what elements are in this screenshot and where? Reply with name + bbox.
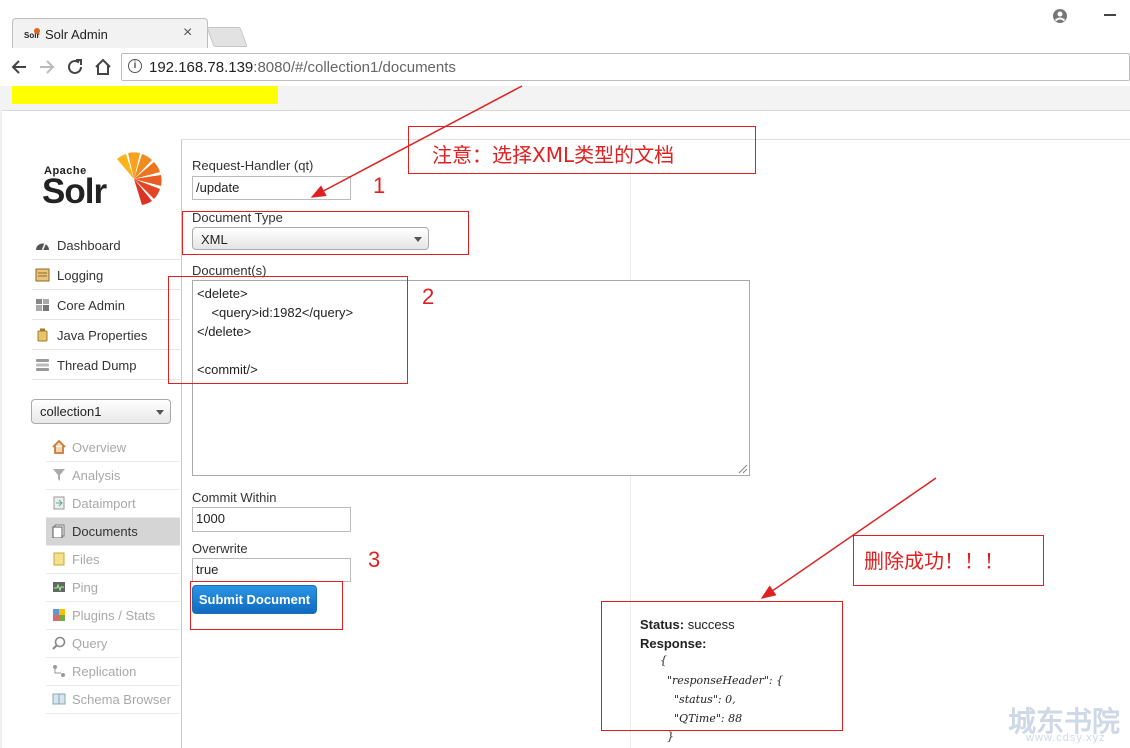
sidebar-item-label: Dashboard — [57, 238, 121, 253]
dashboard-icon — [36, 243, 49, 251]
home-button-icon[interactable] — [92, 56, 114, 78]
schema-icon — [52, 693, 66, 705]
core-menu-schema-browser[interactable]: Schema Browser — [46, 686, 180, 714]
core-menu-label: Query — [72, 636, 108, 651]
core-menu-label: Overview — [72, 440, 127, 455]
core-menu-overview[interactable]: Overview — [46, 434, 180, 462]
documents-icon — [52, 524, 65, 538]
documents-annotation-box — [168, 276, 408, 384]
ping-icon — [53, 582, 65, 592]
java-properties-icon — [37, 328, 48, 342]
chevron-down-icon — [156, 410, 164, 415]
browser-tab[interactable]: Solr Solr Admin × — [12, 18, 208, 48]
core-menu-label: Schema Browser — [72, 692, 171, 707]
reload-icon[interactable] — [64, 56, 86, 78]
url-host: 192.168.78.139 — [149, 59, 254, 76]
response-line: } — [660, 730, 674, 743]
query-icon — [52, 636, 66, 650]
core-menu-documents[interactable]: Documents — [46, 518, 180, 546]
logo-solr-text: Solr — [42, 172, 107, 211]
minimize-button[interactable] — [1104, 14, 1116, 16]
tab-close-icon[interactable]: × — [183, 24, 192, 42]
core-selector-value: collection1 — [40, 404, 102, 419]
step-number-3: 3 — [368, 547, 381, 572]
address-bar[interactable]: i 192.168.78.139:8080/#/collection1/docu… — [121, 53, 1130, 81]
request-handler-label: Request-Handler (qt) — [192, 158, 314, 173]
import-icon — [53, 496, 65, 510]
core-menu-query[interactable]: Query — [46, 630, 180, 658]
sidebar-item-logging[interactable]: Logging — [32, 261, 180, 290]
url-text: 192.168.78.139:8080/#/collection1/docume… — [149, 59, 456, 76]
home-icon — [52, 440, 66, 454]
bookmarks-bar — [0, 86, 1130, 111]
sidebar-item-label: Logging — [57, 268, 104, 283]
core-menu-files[interactable]: Files — [46, 546, 180, 574]
sidebar-item-core-admin[interactable]: Core Admin — [32, 291, 180, 320]
sidebar-item-thread-dump[interactable]: Thread Dump — [32, 351, 180, 380]
core-admin-icon — [36, 299, 49, 311]
thread-dump-icon — [36, 359, 49, 371]
overwrite-label: Overwrite — [192, 541, 248, 556]
core-menu-ping[interactable]: Ping — [46, 574, 180, 602]
plugins-icon — [53, 609, 65, 621]
window-edge — [0, 110, 2, 748]
files-icon — [53, 552, 65, 566]
core-menu-replication[interactable]: Replication — [46, 658, 180, 686]
resize-grip-icon[interactable] — [738, 464, 748, 474]
core-menu-label: Ping — [72, 580, 99, 595]
tab-title: Solr Admin — [45, 27, 108, 42]
core-menu-label: Replication — [72, 664, 137, 679]
filter-icon — [53, 469, 65, 481]
core-menu-analysis[interactable]: Analysis — [46, 462, 180, 490]
core-menu-plugins-stats[interactable]: Plugins / Stats — [46, 602, 180, 630]
sidebar-item-label: Core Admin — [57, 298, 125, 313]
logging-icon — [35, 268, 50, 282]
commit-within-input[interactable]: 1000 — [192, 507, 351, 532]
step-number-2: 2 — [422, 284, 435, 309]
core-menu-label: Documents — [72, 524, 138, 539]
info-icon[interactable]: i — [128, 59, 142, 73]
solr-favicon-icon: Solr — [24, 28, 40, 40]
core-menu-label: Dataimport — [72, 496, 136, 511]
new-tab-button[interactable] — [206, 27, 248, 47]
sidebar-item-java-properties[interactable]: Java Properties — [32, 321, 180, 350]
back-icon[interactable] — [8, 56, 30, 78]
overwrite-input[interactable]: true — [192, 558, 351, 582]
response-annotation-box — [601, 601, 843, 731]
success-annotation-text: 删除成功！！！ — [864, 549, 1004, 573]
commit-within-label: Commit Within — [192, 490, 277, 505]
success-annotation-box: 删除成功！！！ — [853, 535, 1044, 586]
note-annotation-text: 注意：选择XML类型的文档 — [432, 143, 675, 167]
sidebar-item-label: Java Properties — [57, 328, 148, 343]
step-number-1: 1 — [373, 173, 386, 198]
sidebar-item-label: Thread Dump — [57, 358, 137, 373]
replication-icon — [53, 665, 65, 677]
bookmark-highlight — [12, 86, 278, 104]
core-menu-label: Analysis — [72, 468, 121, 483]
request-handler-input[interactable]: /update — [192, 176, 351, 200]
core-menu-dataimport[interactable]: Dataimport — [46, 490, 180, 518]
watermark-url: www.cdsy.xyz — [1026, 732, 1106, 744]
core-menu-label: Files — [72, 552, 100, 567]
core-menu-label: Plugins / Stats — [72, 608, 156, 623]
core-selector[interactable]: collection1 — [31, 399, 171, 424]
submit-annotation-box — [190, 581, 343, 630]
sidebar-item-dashboard[interactable]: Dashboard — [32, 231, 180, 260]
note-annotation-box: 注意：选择XML类型的文档 — [408, 126, 756, 174]
url-path: :8080/#/collection1/documents — [253, 59, 456, 76]
profile-icon[interactable] — [1052, 8, 1068, 24]
forward-icon[interactable] — [36, 56, 58, 78]
doctype-annotation-box — [182, 211, 469, 255]
